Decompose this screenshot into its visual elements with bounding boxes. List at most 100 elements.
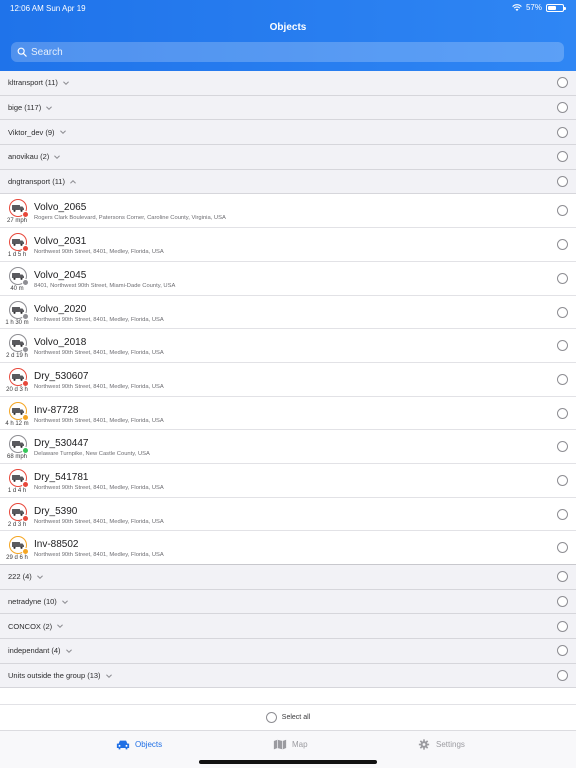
unit-select-radio[interactable] bbox=[557, 373, 568, 385]
unit-name: Dry_5390 bbox=[34, 505, 78, 517]
unit-row[interactable]: 27 mph Volvo_2065 Rogers Clark Boulevard, … bbox=[0, 194, 576, 229]
chevron-down-icon[interactable] bbox=[45, 105, 53, 111]
unit-row[interactable]: 40 m Volvo_2045 8401, Northwest 90th Stree… bbox=[0, 261, 576, 296]
unit-select-radio[interactable] bbox=[557, 340, 568, 352]
tab-map[interactable]: Map bbox=[273, 739, 308, 750]
unit-name: Dry_530447 bbox=[34, 438, 89, 450]
unit-select-radio[interactable] bbox=[557, 474, 568, 486]
unit-address: Northwest 90th Street, 8401, Medley, Flo… bbox=[34, 417, 164, 424]
group-label: Viktor_dev (9) bbox=[8, 127, 55, 137]
group-label: CONCOX (2) bbox=[8, 621, 53, 631]
status-date: Sun Apr 19 bbox=[46, 4, 86, 13]
unit-row[interactable]: 2 d 3 h Dry_5390 Northwest 90th Street, 84… bbox=[0, 497, 576, 532]
unit-last-update: 20 d 3 h bbox=[6, 386, 28, 393]
unit-row[interactable]: 4 h 12 m Inv-87728 Northwest 90th Street, … bbox=[0, 396, 576, 431]
unit-select-radio[interactable] bbox=[557, 239, 568, 251]
unit-select-radio[interactable] bbox=[557, 407, 568, 419]
unit-address: 8401, Northwest 90th Street, Miami-Dade … bbox=[34, 282, 176, 289]
chevron-up-icon[interactable] bbox=[69, 179, 77, 185]
group-select-radio[interactable] bbox=[557, 102, 568, 114]
unit-last-update: 1 d 5 h bbox=[7, 252, 27, 259]
group-select-radio[interactable] bbox=[557, 596, 568, 608]
unit-address: Delaware Turnpike, New Castle County, US… bbox=[34, 451, 150, 458]
unit-row[interactable]: 68 mph Dry_530447 Delaware Turnpike, New C… bbox=[0, 430, 576, 464]
chevron-down-icon[interactable] bbox=[62, 80, 70, 86]
wifi-icon bbox=[512, 3, 522, 11]
group-label: netradyne (10) bbox=[8, 597, 57, 607]
unit-select-radio[interactable] bbox=[557, 508, 568, 520]
unit-last-update: 1 h 30 m bbox=[5, 319, 29, 326]
tab-settings[interactable]: Settings bbox=[417, 739, 465, 750]
unit-last-update: 2 d 3 h bbox=[7, 521, 27, 528]
unit-address: Northwest 90th Street, 8401, Medley, Flo… bbox=[34, 316, 164, 323]
chevron-down-icon[interactable] bbox=[36, 574, 44, 580]
unit-last-update: 68 mph bbox=[6, 454, 27, 461]
group-select-radio[interactable] bbox=[557, 126, 568, 138]
select-all-radio[interactable] bbox=[265, 712, 277, 723]
group-row[interactable]: dngtransport (11) bbox=[0, 169, 576, 195]
unit-row[interactable]: 1 d 4 h Dry_541781 Northwest 90th Street, … bbox=[0, 463, 576, 498]
truck-icon bbox=[12, 306, 24, 314]
group-row[interactable]: bige (117) bbox=[0, 95, 576, 121]
tab-objects[interactable]: Objects bbox=[116, 739, 162, 750]
vehicle-status-icon bbox=[9, 536, 29, 556]
unit-row[interactable]: 20 d 3 h Dry_530607 Northwest 90th Street,… bbox=[0, 362, 576, 397]
group-row[interactable]: Units outside the group (13) bbox=[0, 663, 576, 689]
chevron-down-icon[interactable] bbox=[61, 599, 69, 605]
group-row[interactable]: netradyne (10) bbox=[0, 589, 576, 615]
select-all-label: Select all bbox=[281, 714, 311, 721]
status-badge bbox=[22, 346, 29, 354]
unit-select-radio[interactable] bbox=[557, 306, 568, 318]
chevron-down-icon[interactable] bbox=[53, 154, 61, 160]
tab-objects-label: Objects bbox=[135, 740, 163, 749]
group-select-radio[interactable] bbox=[557, 176, 568, 188]
status-badge bbox=[22, 413, 29, 421]
chevron-down-icon[interactable] bbox=[105, 673, 113, 679]
unit-select-radio[interactable] bbox=[557, 205, 568, 217]
group-row[interactable]: Viktor_dev (9) bbox=[0, 120, 576, 146]
status-badge bbox=[22, 480, 29, 488]
group-row[interactable]: CONCOX (2) bbox=[0, 614, 576, 640]
group-row[interactable]: anovikau (2) bbox=[0, 145, 576, 170]
truck-icon bbox=[12, 272, 24, 280]
vehicle-status-icon bbox=[9, 300, 29, 320]
unit-name: Volvo_2018 bbox=[34, 337, 87, 349]
group-select-radio[interactable] bbox=[557, 670, 568, 682]
truck-icon bbox=[12, 373, 24, 381]
unit-select-radio[interactable] bbox=[557, 441, 568, 453]
gear-icon bbox=[418, 739, 430, 750]
chevron-down-icon[interactable] bbox=[65, 648, 73, 654]
search-bar[interactable] bbox=[11, 42, 564, 62]
group-label: anovikau (2) bbox=[8, 152, 50, 162]
status-badge bbox=[22, 278, 29, 286]
chevron-down-icon[interactable] bbox=[56, 623, 64, 629]
unit-select-radio[interactable] bbox=[557, 542, 568, 554]
unit-last-update: 29 d 6 h bbox=[6, 555, 28, 562]
group-select-radio[interactable] bbox=[557, 571, 568, 583]
status-badge bbox=[22, 514, 29, 522]
vehicle-status-icon bbox=[9, 199, 29, 219]
group-row[interactable]: kltransport (11) bbox=[0, 71, 576, 96]
group-row[interactable]: independant (4) bbox=[0, 639, 576, 664]
status-bar: 12:06 AM Sun Apr 19 57% bbox=[0, 0, 576, 16]
search-input[interactable] bbox=[31, 46, 551, 58]
map-icon bbox=[273, 739, 287, 750]
vehicle-status-icon bbox=[9, 435, 29, 455]
group-select-radio[interactable] bbox=[557, 645, 568, 657]
select-all-row[interactable]: Select all bbox=[0, 704, 576, 730]
group-select-radio[interactable] bbox=[557, 77, 568, 89]
unit-row[interactable]: 29 d 6 h Inv-88502 Northwest 90th Street, … bbox=[0, 531, 576, 565]
unit-name: Inv-88502 bbox=[34, 539, 79, 551]
unit-row[interactable]: 1 d 5 h Volvo_2031 Northwest 90th Street, … bbox=[0, 228, 576, 262]
unit-row[interactable]: 2 d 19 h Volvo_2018 Northwest 90th Street,… bbox=[0, 329, 576, 363]
group-select-radio[interactable] bbox=[557, 620, 568, 632]
vehicle-status-icon bbox=[9, 266, 29, 286]
unit-row[interactable]: 1 h 30 m Volvo_2020 Northwest 90th Street,… bbox=[0, 295, 576, 330]
unit-address: Northwest 90th Street, 8401, Medley, Flo… bbox=[34, 249, 164, 256]
tab-map-label: Map bbox=[292, 740, 308, 749]
group-row[interactable]: 222 (4) bbox=[0, 565, 576, 590]
unit-select-radio[interactable] bbox=[557, 272, 568, 284]
group-select-radio[interactable] bbox=[557, 151, 568, 163]
chevron-down-icon[interactable] bbox=[59, 129, 67, 135]
status-badge bbox=[22, 447, 29, 455]
